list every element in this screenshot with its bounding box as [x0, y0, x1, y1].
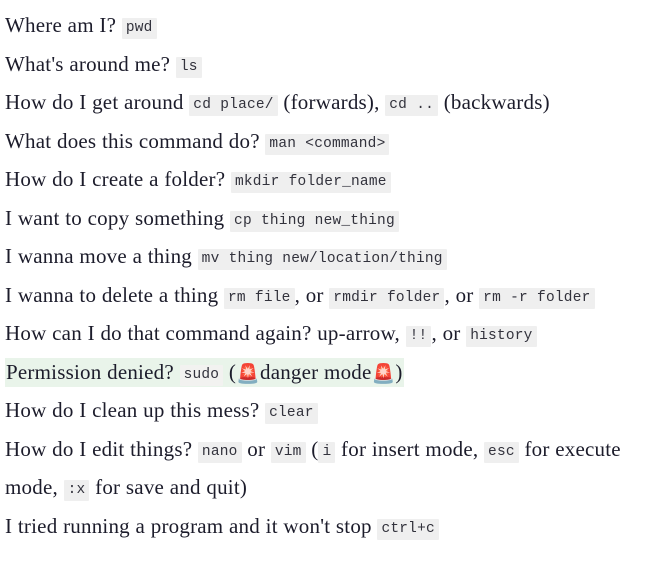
line-question-text: Permission denied? [6, 359, 174, 384]
editors-or: or [247, 436, 266, 461]
cheatsheet-line-cp: I want to copy something cp thing new_th… [5, 201, 661, 240]
history-separator: , or [431, 321, 461, 345]
code-history[interactable]: history [466, 326, 537, 347]
code-vim-insert[interactable]: i [318, 441, 336, 463]
line-question-text: I wanna move a thing [5, 244, 192, 268]
code-rm-recursive[interactable]: rm -r folder [479, 287, 595, 309]
line-question-text: What does this command do? [5, 128, 260, 153]
editors-insert-note: for insert mode, [341, 436, 479, 461]
cheatsheet-line-sudo: Permission denied? sudo (🚨danger mode🚨) [5, 355, 661, 394]
code-ls[interactable]: ls [175, 56, 202, 78]
cheatsheet-line-cd: How do I get around cd place/ (forwards)… [5, 85, 661, 124]
line-question-text: How do I edit things? [5, 436, 193, 461]
line-question-text: I want to copy something [5, 205, 225, 230]
line-question-text: Where am I? [5, 13, 117, 37]
line-question-text: What's around me? [5, 51, 171, 76]
sudo-highlight-span: Permission denied? sudo (🚨danger mode🚨) [5, 357, 404, 387]
code-vim-save-quit[interactable]: :x [63, 480, 90, 501]
cd-forwards-note: (forwards), [283, 90, 380, 114]
line-question-text: How do I create a folder? [5, 167, 226, 191]
cheatsheet-line-pwd: Where am I? pwd [5, 8, 661, 47]
editors-save-note: for save and quit) [95, 475, 248, 499]
line-question-text: I tried running a program and it won't s… [5, 513, 372, 538]
rm-separator-two: , or [444, 282, 474, 307]
cheatsheet-line-ls: What's around me? ls [5, 47, 661, 86]
code-cp[interactable]: cp thing new_thing [230, 210, 399, 232]
code-nano[interactable]: nano [197, 441, 242, 463]
cheatsheet-line-clear: How do I clean up this mess? clear [5, 393, 661, 432]
sudo-close-paren: ) [395, 359, 403, 384]
code-rmdir[interactable]: rmdir folder [329, 287, 445, 309]
code-man[interactable]: man <command> [265, 133, 390, 155]
cheatsheet-line-mv: I wanna move a thing mv thing new/locati… [5, 239, 661, 278]
cheatsheet-line-rm: I wanna to delete a thing rm file, or rm… [5, 278, 661, 317]
code-pwd[interactable]: pwd [121, 18, 157, 39]
code-mkdir[interactable]: mkdir folder_name [230, 172, 391, 193]
code-bang-bang[interactable]: !! [405, 326, 432, 347]
code-rm-file[interactable]: rm file [223, 287, 295, 309]
code-ctrl-c[interactable]: ctrl+c [377, 518, 439, 540]
cheatsheet-line-ctrlc: I tried running a program and it won't s… [5, 509, 661, 548]
code-vim[interactable]: vim [270, 441, 306, 463]
code-sudo[interactable]: sudo [179, 364, 224, 386]
cheatsheet-line-man: What does this command do? man <command> [5, 124, 661, 163]
cheatsheet-line-editors: How do I edit things? nano or vim (i for… [5, 432, 661, 509]
line-question-text: I wanna to delete a thing [5, 282, 219, 307]
danger-mode-label: danger mode [259, 359, 372, 384]
line-question-text: How do I get around [5, 90, 184, 114]
cheatsheet-line-mkdir: How do I create a folder? mkdir folder_n… [5, 162, 661, 201]
rm-separator-one: , or [294, 282, 324, 307]
rotating-light-icon-left: 🚨 [236, 362, 260, 385]
code-mv[interactable]: mv thing new/location/thing [197, 249, 447, 270]
code-vim-esc[interactable]: esc [484, 441, 519, 463]
code-cd-forward[interactable]: cd place/ [189, 95, 278, 116]
cheatsheet-line-history: How can I do that command again? up-arro… [5, 316, 661, 355]
code-clear[interactable]: clear [265, 403, 318, 424]
line-question-text: How can I do that command again? up-arro… [5, 321, 400, 345]
cheatsheet-document: Where am I? pwd What's around me? ls How… [0, 0, 666, 547]
cd-backwards-note: (backwards) [443, 90, 550, 114]
line-question-text: How do I clean up this mess? [5, 398, 260, 422]
rotating-light-icon-right: 🚨 [371, 362, 396, 385]
code-cd-up[interactable]: cd .. [385, 95, 439, 116]
